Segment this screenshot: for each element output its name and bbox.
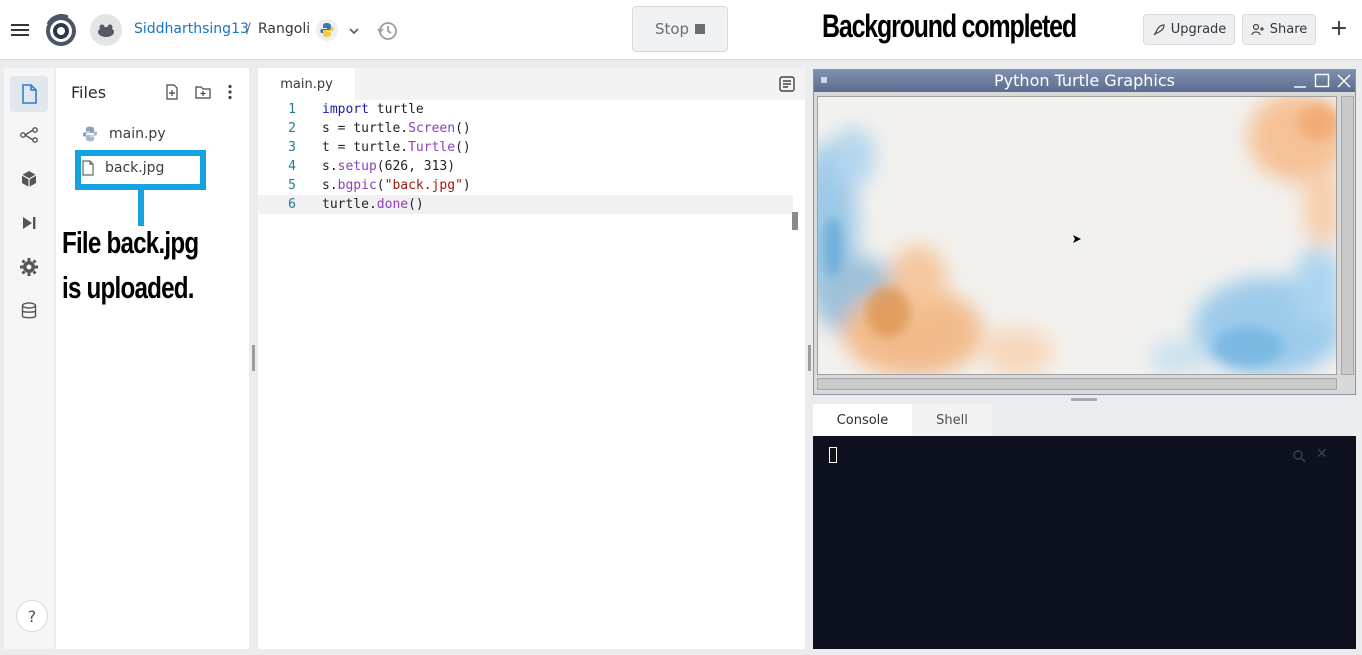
code-text: import turtle	[322, 102, 424, 117]
file-name: main.py	[109, 126, 166, 142]
clear-console-icon[interactable]: ✕	[1316, 446, 1328, 462]
packages-icon[interactable]	[14, 164, 44, 194]
turtle-window-title[interactable]: Python Turtle Graphics	[814, 70, 1355, 92]
tab-shell[interactable]: Shell	[912, 404, 992, 436]
code-editor: main.py 1 import turtle 2 s = turtle.Scr…	[258, 68, 805, 649]
code-line: 5 s.bgpic("back.jpg")	[258, 176, 793, 195]
file-item-main-py[interactable]: main.py	[81, 122, 166, 146]
left-sidebar: ?	[4, 68, 54, 649]
chevron-down-icon[interactable]	[347, 23, 361, 37]
annotation-file-note: File back.jpg is uploaded.	[62, 220, 199, 310]
python-icon	[82, 126, 98, 142]
new-file-icon[interactable]	[162, 82, 182, 102]
share-label: Share	[1269, 22, 1308, 37]
turtle-graphics-window: Python Turtle Graphics	[813, 69, 1356, 395]
turtle-vertical-scrollbar[interactable]	[1341, 96, 1354, 375]
line-number: 2	[288, 121, 296, 136]
add-user-icon	[1251, 23, 1264, 35]
code-line: 2 s = turtle.Screen()	[258, 119, 793, 138]
console-output[interactable]: ✕	[813, 436, 1356, 649]
replit-logo-icon[interactable]	[44, 14, 78, 48]
window-menu-icon[interactable]	[821, 77, 827, 83]
console-tab-bar: Console Shell	[813, 404, 1356, 436]
git-branch-icon[interactable]	[14, 120, 44, 150]
code-text: t = turtle.Turtle()	[322, 140, 471, 155]
new-tab-button[interactable]: +	[1326, 18, 1352, 42]
panel-resize-handle[interactable]	[808, 345, 811, 371]
project-name[interactable]: Rangoli	[258, 21, 310, 37]
files-nav-icon[interactable]	[10, 76, 48, 112]
share-button[interactable]: Share	[1242, 14, 1316, 45]
username-link[interactable]: Siddharthsing13	[134, 21, 249, 37]
editor-menu-icon[interactable]	[779, 76, 797, 94]
line-number: 4	[288, 159, 296, 174]
code-line: 4 s.setup(626, 313)	[258, 157, 793, 176]
line-number: 5	[288, 178, 296, 193]
code-line: 3 t = turtle.Turtle()	[258, 138, 793, 157]
search-icon[interactable]	[1292, 448, 1306, 463]
top-bar: Siddharthsing13 / Rangoli Stop Backgroun…	[0, 0, 1362, 60]
upgrade-button[interactable]: Upgrade	[1143, 14, 1235, 45]
line-number: 1	[288, 102, 296, 117]
tab-strip	[355, 68, 805, 100]
line-number: 6	[288, 197, 296, 212]
maximize-icon[interactable]	[1314, 73, 1330, 88]
code-text: s.bgpic("back.jpg")	[322, 178, 471, 193]
files-title: Files	[71, 83, 107, 102]
stop-label: Stop	[654, 20, 690, 38]
turtle-canvas[interactable]	[817, 96, 1337, 375]
more-options-icon[interactable]	[220, 82, 240, 102]
annotation-title: Background completed	[822, 8, 1077, 44]
code-text: turtle.done()	[322, 197, 424, 212]
split-resize-handle[interactable]	[1071, 398, 1097, 401]
editor-scrollbar[interactable]	[792, 212, 798, 230]
run-step-icon[interactable]	[14, 208, 44, 238]
annotation-highlight-box	[75, 150, 206, 190]
tab-console[interactable]: Console	[813, 404, 912, 436]
watercolor-background-image	[818, 97, 1336, 374]
history-icon[interactable]	[376, 19, 400, 43]
annotation-line: is uploaded.	[62, 270, 194, 305]
annotation-line: File back.jpg	[62, 225, 199, 260]
upgrade-label: Upgrade	[1170, 22, 1227, 37]
new-folder-icon[interactable]	[193, 82, 213, 102]
close-icon[interactable]	[1336, 73, 1352, 89]
stop-square-icon	[695, 24, 706, 34]
panel-resize-handle[interactable]	[252, 345, 255, 371]
hamburger-menu-icon[interactable]	[8, 18, 32, 42]
database-icon[interactable]	[14, 296, 44, 326]
code-text: s = turtle.Screen()	[322, 121, 471, 136]
minimize-icon[interactable]	[1292, 74, 1308, 88]
rocket-icon	[1153, 23, 1165, 35]
settings-gear-icon[interactable]	[14, 252, 44, 282]
code-line-active: 6 turtle.done()	[258, 195, 793, 214]
avatar[interactable]	[90, 14, 122, 46]
turtle-horizontal-scrollbar[interactable]	[817, 378, 1337, 390]
breadcrumb-separator: /	[246, 21, 251, 37]
python-icon[interactable]	[316, 19, 338, 41]
tab-main-py[interactable]: main.py	[258, 68, 355, 100]
code-line: 1 import turtle	[258, 100, 793, 119]
code-text: s.setup(626, 313)	[322, 159, 456, 174]
line-number: 3	[288, 140, 296, 155]
stop-button[interactable]: Stop	[632, 6, 728, 52]
help-button[interactable]: ?	[16, 600, 48, 632]
code-area[interactable]: 1 import turtle 2 s = turtle.Screen() 3 …	[258, 100, 805, 649]
terminal-cursor	[829, 447, 837, 463]
